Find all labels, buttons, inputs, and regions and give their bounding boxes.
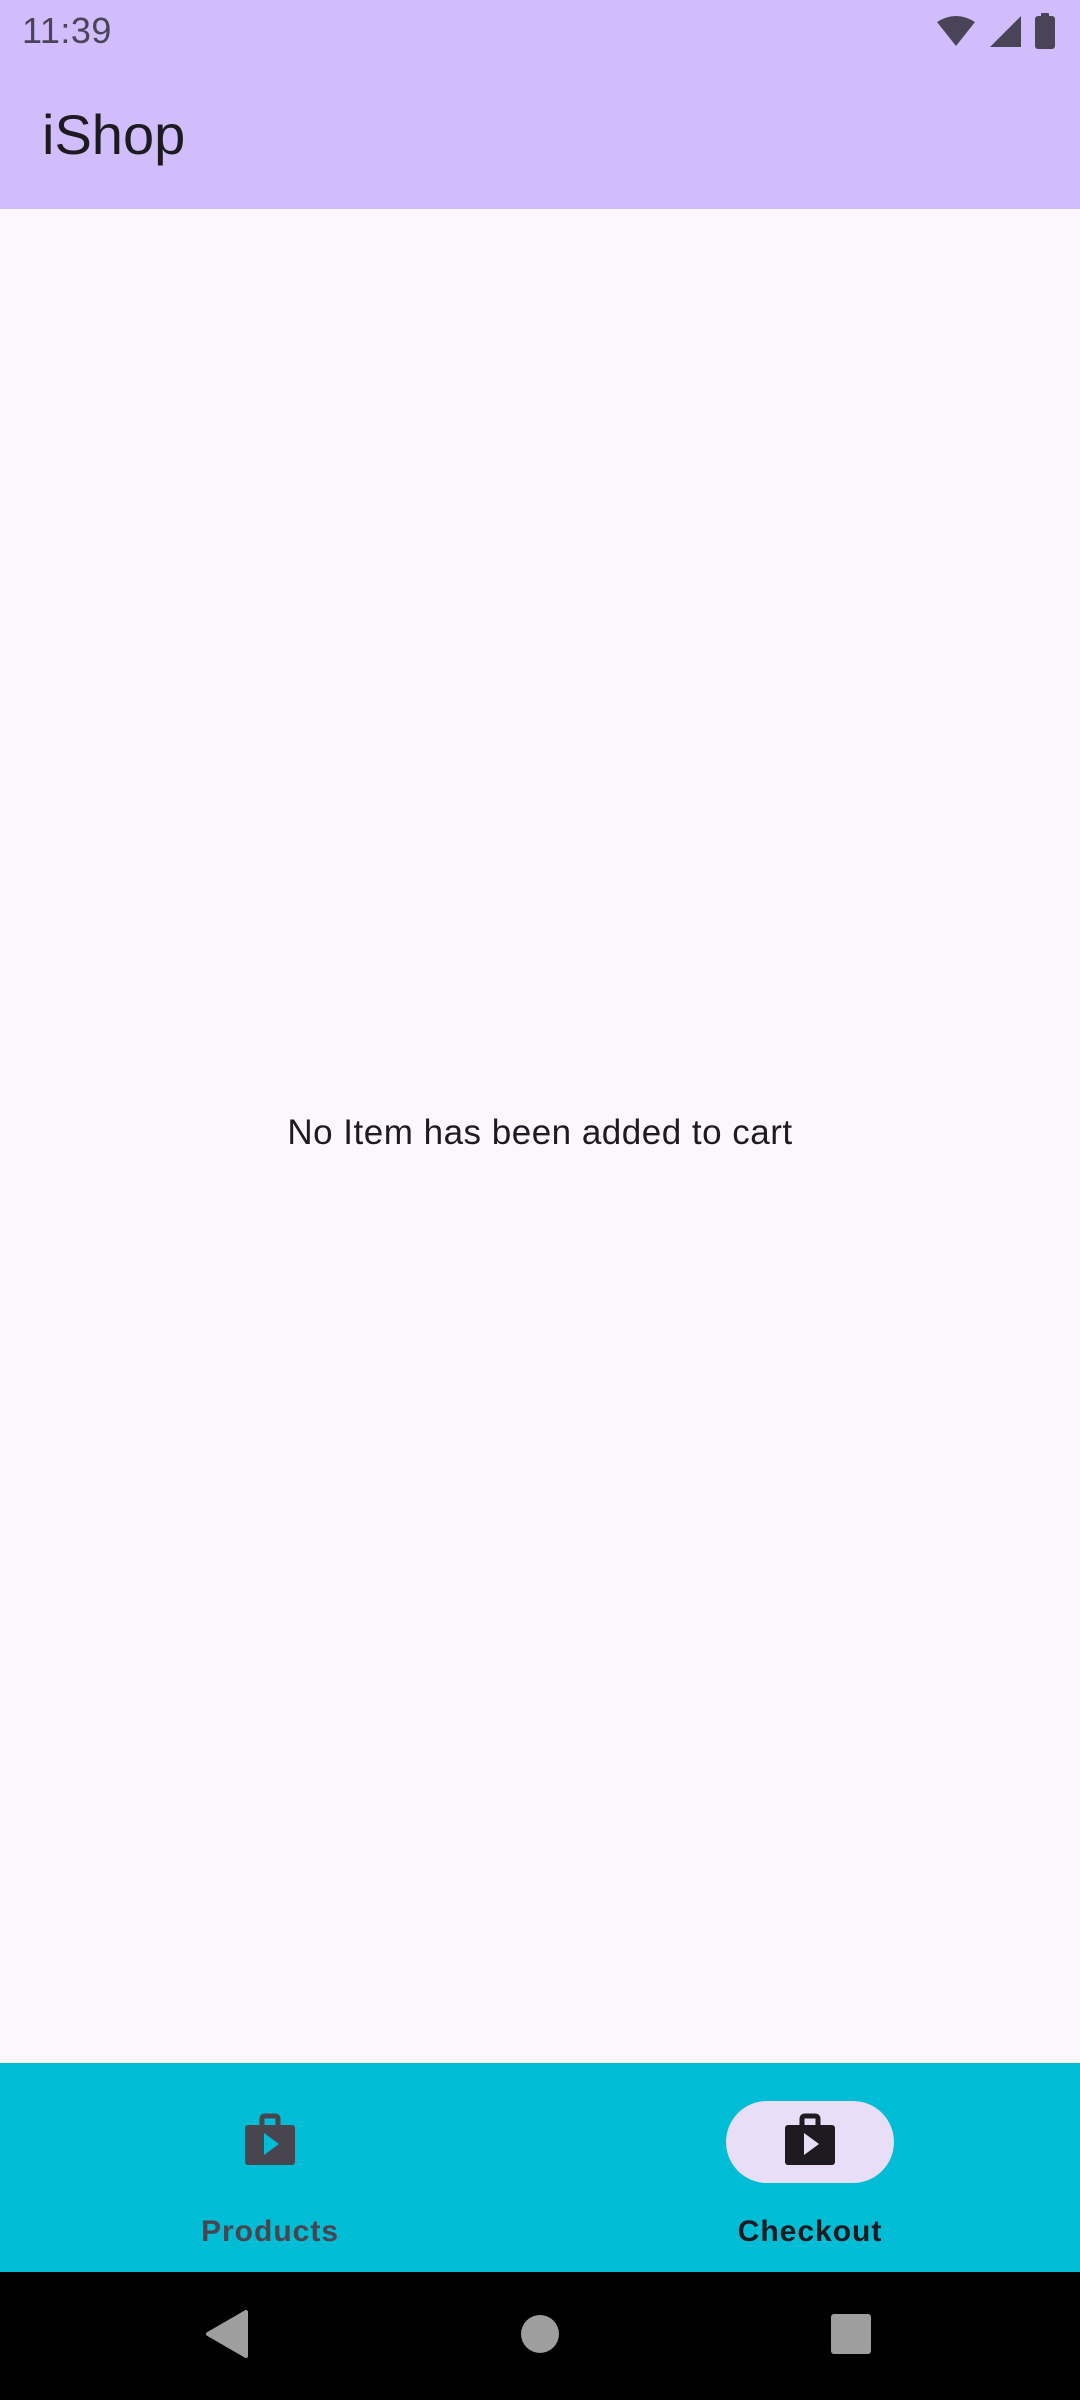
shop-bag-icon <box>783 2113 837 2172</box>
nav-indicator-active <box>726 2101 894 2183</box>
app-title: iShop <box>42 103 186 166</box>
battery-icon <box>1034 13 1056 49</box>
shop-bag-icon <box>243 2113 297 2172</box>
back-icon <box>204 2309 248 2363</box>
nav-item-products[interactable]: Products <box>0 2063 540 2272</box>
nav-indicator <box>186 2101 354 2183</box>
status-icons <box>936 12 1056 50</box>
recents-button[interactable] <box>791 2272 911 2400</box>
cellular-signal-icon <box>988 14 1022 48</box>
back-button[interactable] <box>166 2272 286 2400</box>
nav-item-checkout[interactable]: Checkout <box>540 2063 1080 2272</box>
bottom-navigation: Products Checkout <box>0 2063 1080 2272</box>
home-icon <box>519 2313 561 2360</box>
empty-cart-message: No Item has been added to cart <box>287 1113 793 1152</box>
top-area: 11:39 iShop <box>0 0 1080 209</box>
cart-content: No Item has been added to cart <box>0 209 1080 2063</box>
home-button[interactable] <box>480 2272 600 2400</box>
status-time: 11:39 <box>22 10 112 51</box>
nav-label: Products <box>200 2215 340 2248</box>
status-bar: 11:39 <box>0 0 1080 62</box>
wifi-icon <box>936 15 976 47</box>
top-app-bar: iShop <box>0 62 1080 209</box>
nav-label: Checkout <box>737 2215 883 2248</box>
recents-icon <box>830 2313 872 2360</box>
screen: 11:39 iShop No Item has been added to ca… <box>0 0 1080 2400</box>
system-navigation-bar <box>0 2272 1080 2400</box>
